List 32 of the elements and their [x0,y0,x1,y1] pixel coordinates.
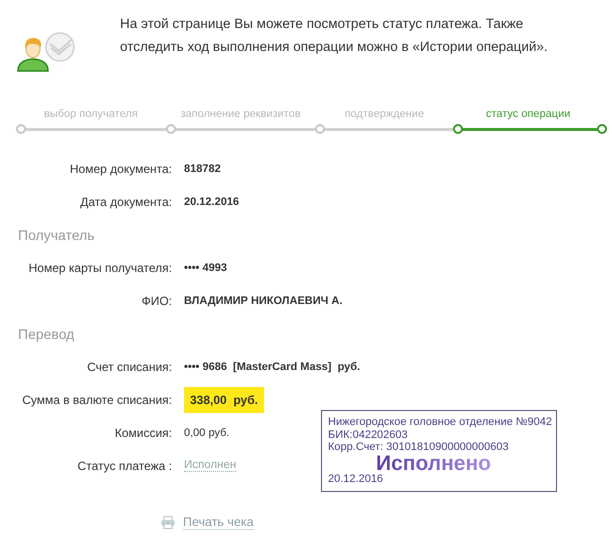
field-value: 0,00 руб. [184,426,230,438]
field-label: Номер карты получателя: [28,260,172,274]
field-value: 20.12.2016 [184,196,240,208]
field-label: Номер документа: [68,162,172,176]
stamp-text: Нижегородское головное отделение №9042 [328,416,554,428]
section-heading: Перевод [17,326,74,342]
field-label: ФИО: [140,294,172,308]
step-label: выбор получателя [42,108,139,122]
stamp-text: БИК:042202603 [328,428,409,441]
check-circle-icon [45,32,75,62]
field-value: •••• 9686 [MasterCard Mass] руб. [184,360,360,372]
field-label: Статус платежа : [76,458,172,472]
step-label: статус операции [484,108,572,122]
stamp-text: Корр.Счет: 30101810900000000603 [328,441,510,454]
field-label: Комиссия: [114,426,172,440]
print-receipt-link[interactable]: Печать чека [183,515,254,530]
step-label: подтверждение [344,108,426,122]
amount-value: 338,00 руб. [184,386,264,412]
user-icon [17,38,49,72]
printer-icon[interactable] [161,516,175,529]
stamp-status: Исполнено [376,454,491,474]
stamp-date: 20.12.2016 [328,473,384,486]
field-value: •••• 4993 [184,262,227,274]
step-label: заполнение реквизитов [179,108,302,122]
field-label: Сумма в валюте списания: [21,392,172,406]
field-value: ВЛАДИМИР НИКОЛАЕВИЧ А. [184,294,342,306]
status-link[interactable]: Исполнен [184,459,236,472]
field-label: Счет списания: [86,360,172,374]
field-value: 818782 [184,162,221,174]
intro-text: На этой странице Вы можете посмотреть статус платежа. Также отследить ход выполнения операции можно в «Истории операций». [120,15,549,56]
section-heading: Получатель [17,226,95,242]
field-label: Дата документа: [79,194,172,208]
